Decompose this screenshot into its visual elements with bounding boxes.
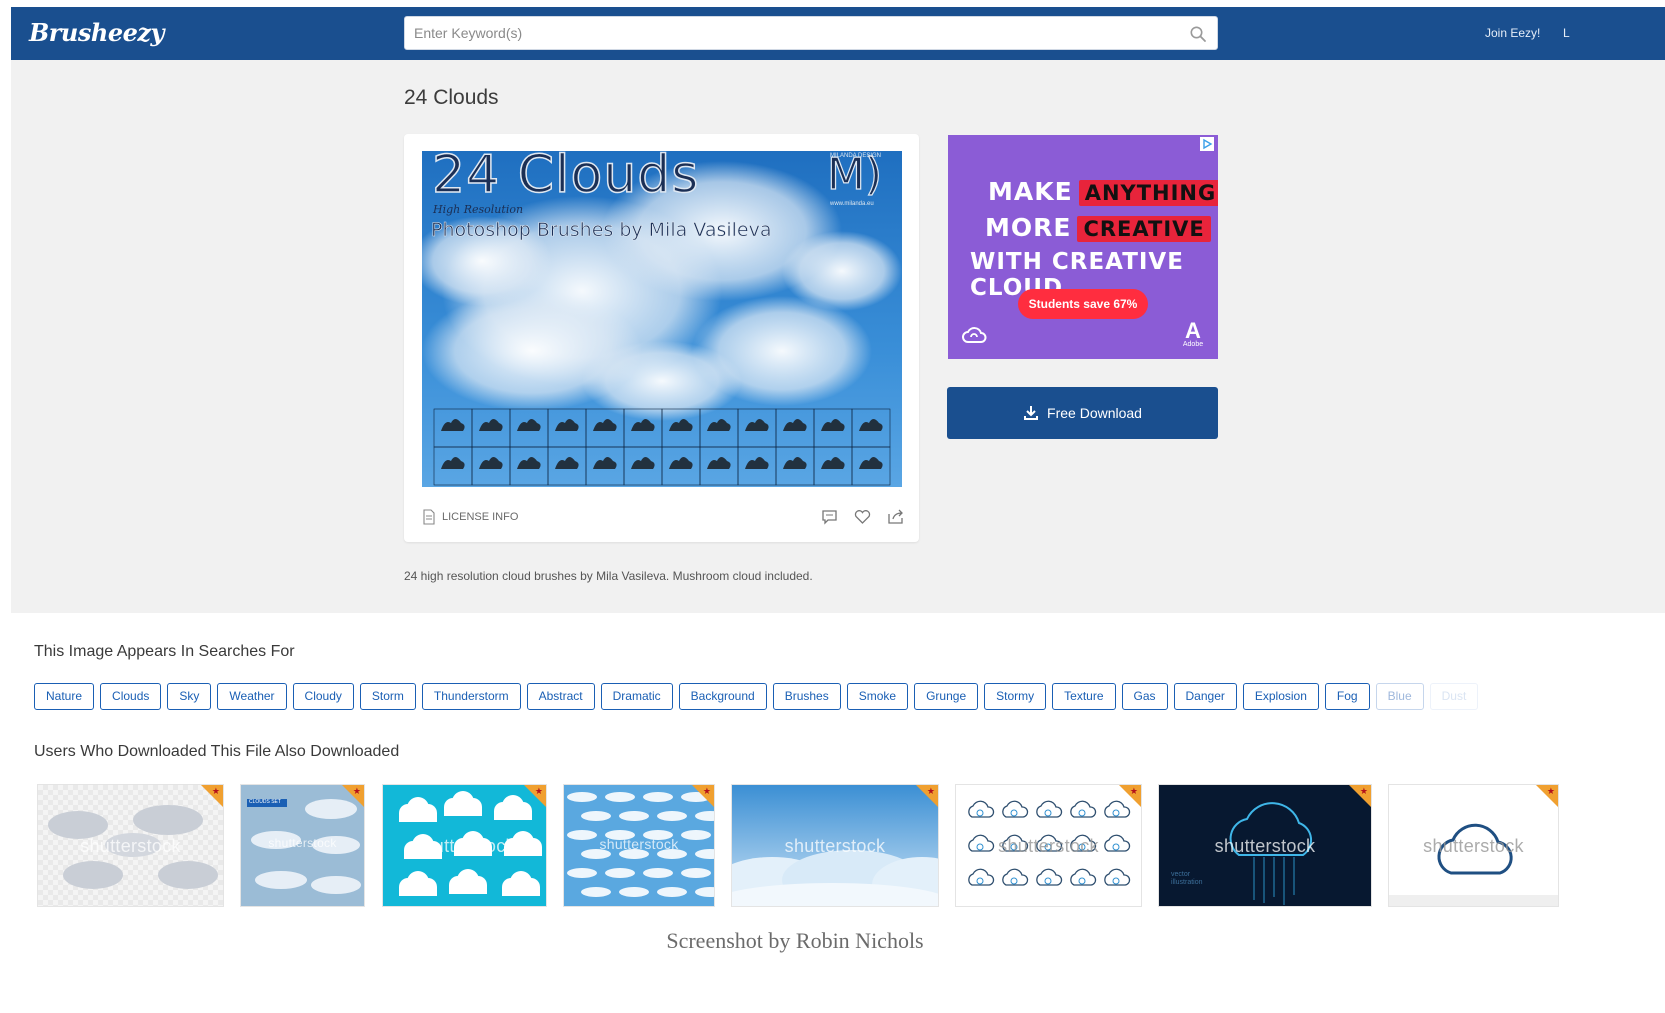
related-thumb[interactable]: vector illustration shutterstock ★ bbox=[1158, 784, 1372, 907]
search-tag[interactable]: Dust bbox=[1429, 683, 1479, 710]
search-tags: Nature Clouds Sky Weather Cloudy Storm Thunder… bbox=[34, 683, 1665, 711]
share-icon[interactable] bbox=[886, 507, 905, 526]
star-icon: ★ bbox=[1129, 786, 1138, 796]
search-tag[interactable]: Cloudy bbox=[292, 683, 354, 710]
search-tag[interactable]: Stormy bbox=[984, 683, 1047, 710]
comment-icon[interactable] bbox=[820, 507, 839, 526]
search-tag[interactable]: Background bbox=[678, 683, 767, 710]
watermark: shutterstock bbox=[599, 835, 679, 852]
related-thumb[interactable]: shutterstock ★ bbox=[382, 784, 547, 907]
search-tag[interactable]: Clouds bbox=[100, 683, 162, 710]
file-description: 24 high resolution cloud brushes by Mila… bbox=[404, 569, 813, 583]
watermark: shutterstock bbox=[1214, 835, 1316, 856]
related-thumb[interactable]: shutterstock ★ bbox=[731, 784, 939, 907]
related-thumb[interactable]: CLOUDS SET shutterstock ★ bbox=[240, 784, 365, 907]
free-download-button[interactable]: Free Download bbox=[947, 387, 1218, 439]
document-icon bbox=[423, 509, 435, 525]
search-tag[interactable]: Grunge bbox=[914, 683, 979, 710]
license-info-link[interactable]: LICENSE INFO bbox=[422, 509, 518, 525]
ad-line-2: MORE CREATIVE bbox=[985, 213, 1211, 242]
preview-image[interactable]: 24 Clouds M) MILANDA DESIGN www.milanda.… bbox=[422, 151, 902, 487]
join-link[interactable]: Join Eezy! bbox=[1485, 26, 1540, 40]
screenshot-credit: Screenshot by Robin Nichols bbox=[666, 928, 924, 953]
related-thumb[interactable]: shutterstock ★ bbox=[955, 784, 1142, 907]
search-tag[interactable]: Thunderstorm bbox=[421, 683, 521, 710]
preview-credit-top: MILANDA DESIGN bbox=[830, 153, 882, 159]
watermark: shutterstock bbox=[784, 835, 886, 856]
search-tag[interactable]: Smoke bbox=[846, 683, 909, 710]
search-tag[interactable]: Explosion bbox=[1242, 683, 1319, 710]
download-label: Free Download bbox=[1047, 405, 1142, 421]
search-bar[interactable] bbox=[404, 16, 1218, 50]
download-icon bbox=[1024, 406, 1039, 420]
watermark: shutterstock bbox=[1423, 835, 1524, 856]
license-label: LICENSE INFO bbox=[442, 511, 519, 523]
star-icon: ★ bbox=[1546, 786, 1555, 796]
preview-subtitle: Photoshop Brushes by Mila Vasileva bbox=[431, 219, 772, 242]
search-tag[interactable]: Weather bbox=[217, 683, 287, 710]
search-tag[interactable]: Nature bbox=[34, 683, 95, 710]
search-tag[interactable]: Danger bbox=[1173, 683, 1237, 710]
watermark: shutterstock bbox=[268, 835, 337, 850]
search-input[interactable] bbox=[405, 17, 1175, 49]
searches-heading: This Image Appears In Searches For bbox=[34, 643, 295, 660]
star-icon: ★ bbox=[702, 786, 711, 796]
preview-credit-url: www.milanda.eu bbox=[830, 201, 874, 207]
search-tag[interactable]: Fog bbox=[1324, 683, 1370, 710]
search-tag[interactable]: Sky bbox=[167, 683, 212, 710]
watermark: shutterstock bbox=[414, 835, 515, 856]
adobe-ad-banner[interactable]: MAKE ANYTHING MORE CREATIVE WITH CREATIVE … bbox=[948, 135, 1218, 359]
page-title: 24 Clouds bbox=[404, 86, 499, 109]
watermark: shutterstock bbox=[80, 835, 181, 856]
search-tag[interactable]: Brushes bbox=[772, 683, 841, 710]
preview-subtitle-script: High Resolution bbox=[433, 203, 524, 216]
watermark: shutterstock bbox=[998, 835, 1099, 856]
star-icon: ★ bbox=[926, 786, 935, 796]
search-tag[interactable]: Storm bbox=[359, 683, 416, 710]
search-tag[interactable]: Abstract bbox=[526, 683, 595, 710]
related-thumb[interactable]: shutterstock ★ bbox=[563, 784, 715, 907]
star-icon: ★ bbox=[211, 786, 220, 796]
ad-cta-button[interactable]: Students save 67% bbox=[1018, 289, 1148, 319]
search-tag[interactable]: Gas bbox=[1121, 683, 1168, 710]
star-icon: ★ bbox=[352, 786, 361, 796]
star-icon: ★ bbox=[1359, 786, 1368, 796]
thumb-label: vector illustration bbox=[1171, 871, 1203, 886]
related-heading: Users Who Downloaded This File Also Down… bbox=[34, 743, 400, 760]
top-header: Brusheezy Join Eezy! L bbox=[11, 7, 1665, 60]
ad-line-1: MAKE ANYTHING bbox=[988, 177, 1218, 206]
preview-heading: 24 Clouds bbox=[431, 151, 700, 206]
related-thumb[interactable]: shutterstock ★ bbox=[1388, 784, 1559, 907]
search-tag[interactable]: Texture bbox=[1052, 683, 1116, 710]
search-tag[interactable]: Dramatic bbox=[600, 683, 673, 710]
preview-card: 24 Clouds M) MILANDA DESIGN www.milanda.… bbox=[404, 134, 919, 542]
card-actions bbox=[820, 507, 905, 526]
search-icon[interactable] bbox=[1189, 25, 1207, 43]
thumb-label: CLOUDS SET bbox=[249, 799, 281, 805]
adchoices-icon[interactable] bbox=[1200, 137, 1214, 151]
star-icon: ★ bbox=[534, 786, 543, 796]
brusheezy-logo[interactable]: Brusheezy bbox=[29, 18, 164, 47]
creative-cloud-icon bbox=[962, 327, 987, 343]
search-tag[interactable]: Blue bbox=[1375, 683, 1424, 710]
login-link[interactable]: L bbox=[1563, 26, 1570, 40]
related-thumb[interactable]: shutterstock ★ bbox=[37, 784, 224, 907]
adobe-logo: A Adobe bbox=[1182, 318, 1204, 349]
heart-icon[interactable] bbox=[853, 507, 872, 526]
